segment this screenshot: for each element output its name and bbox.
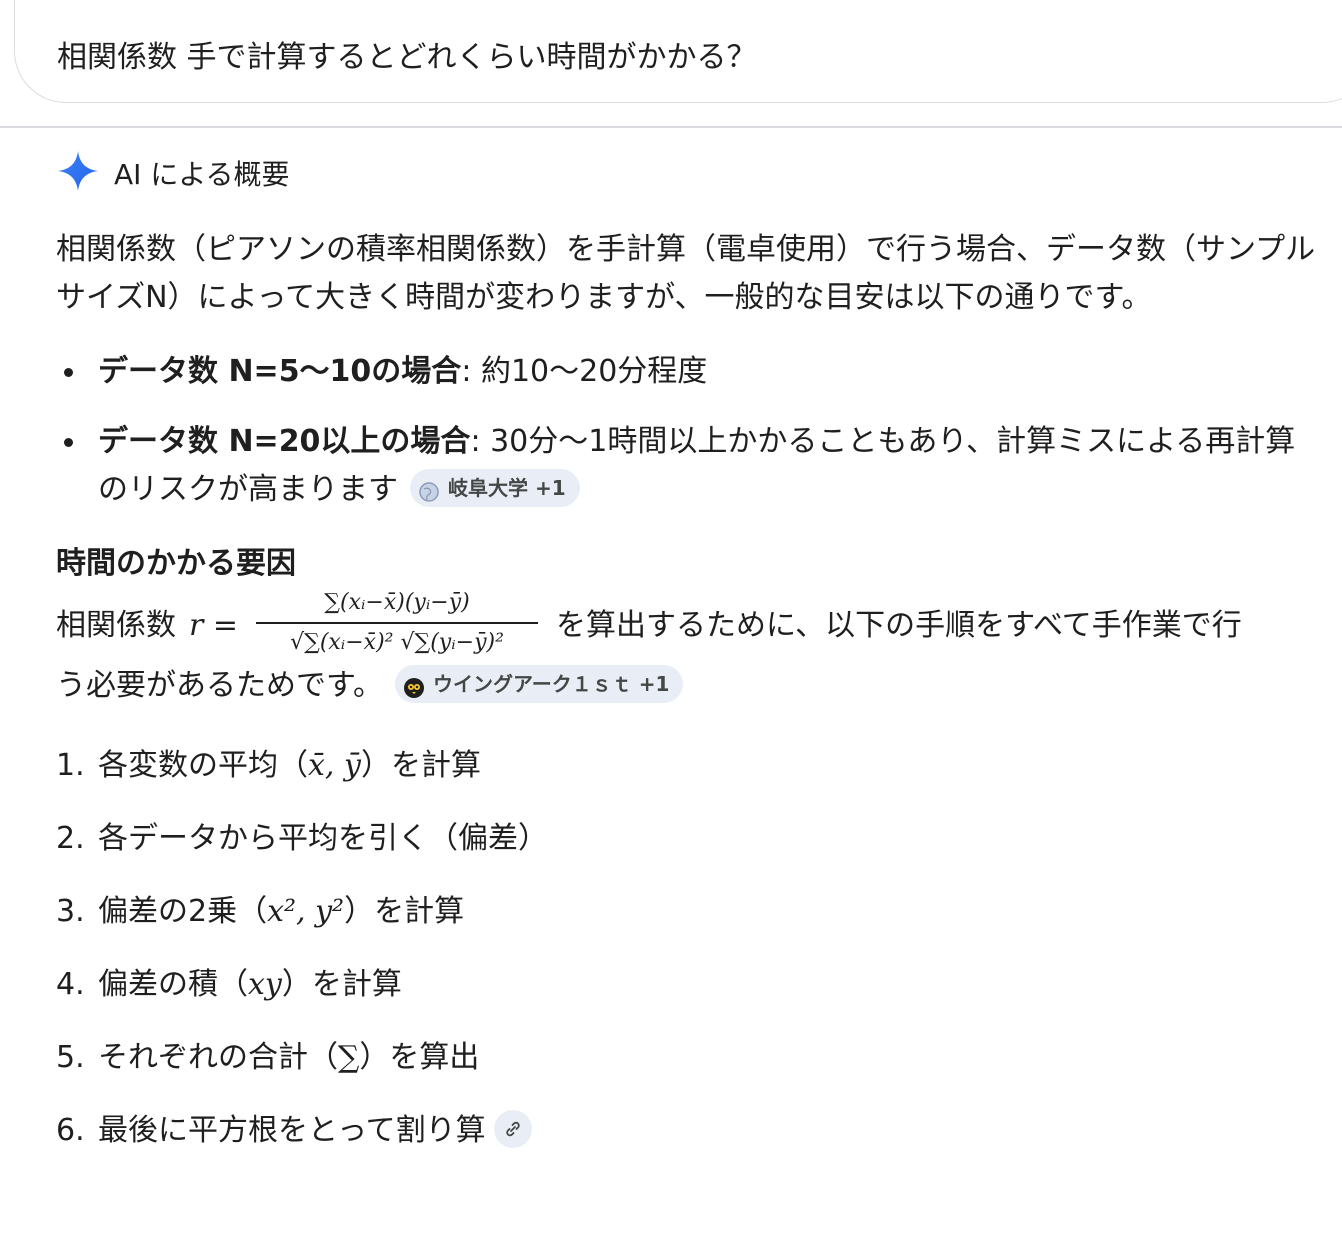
- step-math: ∑: [338, 1040, 360, 1075]
- ai-overview-header: AI による概要: [56, 150, 289, 196]
- section-title: 時間のかかる要因: [56, 546, 296, 581]
- step-text-end: ）を計算: [281, 967, 402, 1002]
- step-number: 6.: [56, 1113, 85, 1148]
- bullet-bold: データ数 N=20以上の場合: [98, 424, 471, 459]
- list-item: 3. 偏差の2乗（x², y²）を計算: [56, 888, 1318, 961]
- link-icon[interactable]: [493, 1109, 532, 1148]
- step-math: xy: [248, 967, 282, 1002]
- list-item: 6. 最後に平方根をとって割り算: [56, 1107, 1318, 1180]
- globe-icon: [418, 477, 440, 502]
- step-text: 最後に平方根をとって割り算: [98, 1113, 486, 1148]
- intro-paragraph: 相関係数（ピアソンの積率相関係数）を手計算（電卓使用）で行う場合、データ数（サン…: [56, 232, 1316, 315]
- step-text: それぞれの合計（: [98, 1040, 338, 1075]
- step-text: 偏差の2乗（: [98, 894, 268, 929]
- formula-pre: 相関係数: [56, 608, 176, 643]
- owl-icon: [403, 673, 425, 698]
- step-number: 2.: [56, 821, 85, 856]
- step-text-end: ）を算出: [359, 1040, 480, 1075]
- formula-line: 相関係数 r = ∑(xᵢ−x̄)(yᵢ−ȳ) √∑(xᵢ−x̄)² √∑(yᵢ…: [56, 590, 1318, 662]
- step-number: 3.: [56, 894, 85, 929]
- bullet-text: : 約10〜20分程度: [461, 354, 708, 389]
- formula-numerator: ∑(xᵢ−x̄)(yᵢ−ȳ): [324, 590, 470, 615]
- formula-post2: う必要があるためです。: [56, 668, 383, 703]
- divider: [0, 126, 1342, 128]
- source-chip-label: ウイングアーク１ｓｔ +1: [433, 671, 670, 696]
- fraction-bar: [256, 622, 538, 624]
- step-number: 1.: [56, 748, 85, 783]
- list-item: 1. 各変数の平均（x̄, ȳ）を計算: [56, 742, 1318, 815]
- formula-post: を算出するために、以下の手順をすべて手作業で行: [556, 608, 1242, 643]
- step-number: 5.: [56, 1040, 85, 1075]
- source-chip-label: 岐阜大学 +1: [448, 475, 566, 500]
- ai-overview-content: 相関係数（ピアソンの積率相関係数）を手計算（電卓使用）で行う場合、データ数（サン…: [56, 226, 1318, 1180]
- bullet-bold: データ数 N=5〜10の場合: [98, 354, 462, 389]
- list-item: データ数 N=5〜10の場合: 約10〜20分程度: [56, 348, 1318, 396]
- source-chip[interactable]: 岐阜大学 +1: [410, 468, 580, 507]
- step-math: x², y²: [267, 894, 345, 929]
- list-item: 4. 偏差の積（xy）を計算: [56, 961, 1318, 1034]
- step-text-end: ）を計算: [344, 894, 465, 929]
- list-item: 2. 各データから平均を引く（偏差）: [56, 815, 1318, 888]
- step-number: 4.: [56, 967, 85, 1002]
- formula-denominator: √∑(xᵢ−x̄)² √∑(yᵢ−ȳ)²: [290, 630, 504, 655]
- step-text: 偏差の積（: [98, 967, 248, 1002]
- list-item: データ数 N=20以上の場合: 30分〜1時間以上かかることもあり、計算ミスによ…: [56, 418, 1318, 514]
- step-text: 各変数の平均（: [98, 748, 308, 783]
- source-chip[interactable]: ウイングアーク１ｓｔ +1: [395, 664, 684, 703]
- formula-r: r =: [189, 608, 239, 643]
- page: 相関係数 手で計算するとどれくらい時間がかかる？ AI による概要 相関係数（ピ…: [0, 0, 1342, 1240]
- step-text-end: ）を計算: [360, 748, 481, 783]
- formula-continuation: う必要があるためです。 ウイングアーク１ｓｔ +1: [56, 662, 1318, 710]
- search-query[interactable]: 相関係数 手で計算するとどれくらい時間がかかる？: [57, 32, 757, 76]
- sparkle-icon: [56, 149, 100, 197]
- step-text: 各データから平均を引く（偏差）: [98, 821, 548, 856]
- search-box[interactable]: 相関係数 手で計算するとどれくらい時間がかかる？: [14, 0, 1342, 103]
- step-math: x̄, ȳ: [308, 748, 361, 783]
- ai-overview-title: AI による概要: [114, 158, 290, 191]
- steps-list: 1. 各変数の平均（x̄, ȳ）を計算 2. 各データから平均を引く（偏差） 3. 偏…: [56, 742, 1318, 1180]
- bullet-list: データ数 N=5〜10の場合: 約10〜20分程度 データ数 N=20以上の場合…: [56, 348, 1318, 514]
- formula-fraction: ∑(xᵢ−x̄)(yᵢ−ȳ) √∑(xᵢ−x̄)² √∑(yᵢ−ȳ)²: [256, 590, 538, 660]
- list-item: 5. それぞれの合計（∑）を算出: [56, 1034, 1318, 1107]
